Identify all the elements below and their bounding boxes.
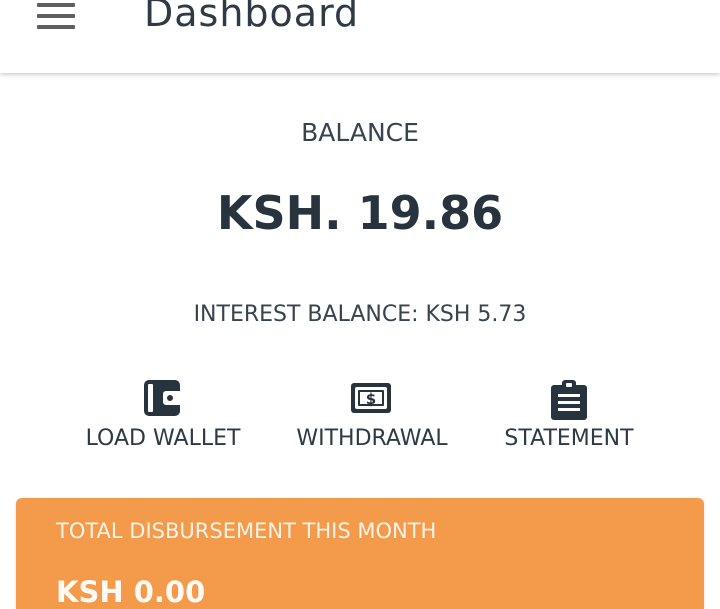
balance-amount: KSH. 19.86 <box>216 186 504 240</box>
balance-label: BALANCE <box>301 118 419 147</box>
disbursement-title: TOTAL DISBURSEMENT THIS MONTH <box>56 519 437 543</box>
disbursement-card: TOTAL DISBURSEMENT THIS MONTH KSH 0.00 <box>16 498 704 609</box>
page-title: Dashboard <box>144 0 360 35</box>
disbursement-amount: KSH 0.00 <box>56 575 206 609</box>
hamburger-menu-icon[interactable] <box>34 0 78 40</box>
load-wallet-label: LOAD WALLET <box>85 426 241 451</box>
statement-label: STATEMENT <box>504 426 634 451</box>
clipboard-list-icon <box>551 380 587 424</box>
menu-line <box>37 25 75 29</box>
statement-button[interactable]: STATEMENT <box>479 378 659 462</box>
top-app-bar: Dashboard <box>0 0 720 73</box>
menu-line <box>37 14 75 18</box>
svg-text:$: $ <box>366 390 376 408</box>
menu-line <box>37 3 75 7</box>
withdrawal-label: WITHDRAWAL <box>296 426 448 451</box>
money-bill-icon: $ <box>351 380 393 418</box>
load-wallet-button[interactable]: LOAD WALLET <box>73 378 253 462</box>
wallet-icon <box>144 380 182 420</box>
interest-balance: INTEREST BALANCE: KSH 5.73 <box>193 302 527 327</box>
app-root: Dashboard BALANCE KSH. 19.86 INTEREST BA… <box>0 0 720 609</box>
withdrawal-button[interactable]: $ WITHDRAWAL <box>282 378 462 462</box>
